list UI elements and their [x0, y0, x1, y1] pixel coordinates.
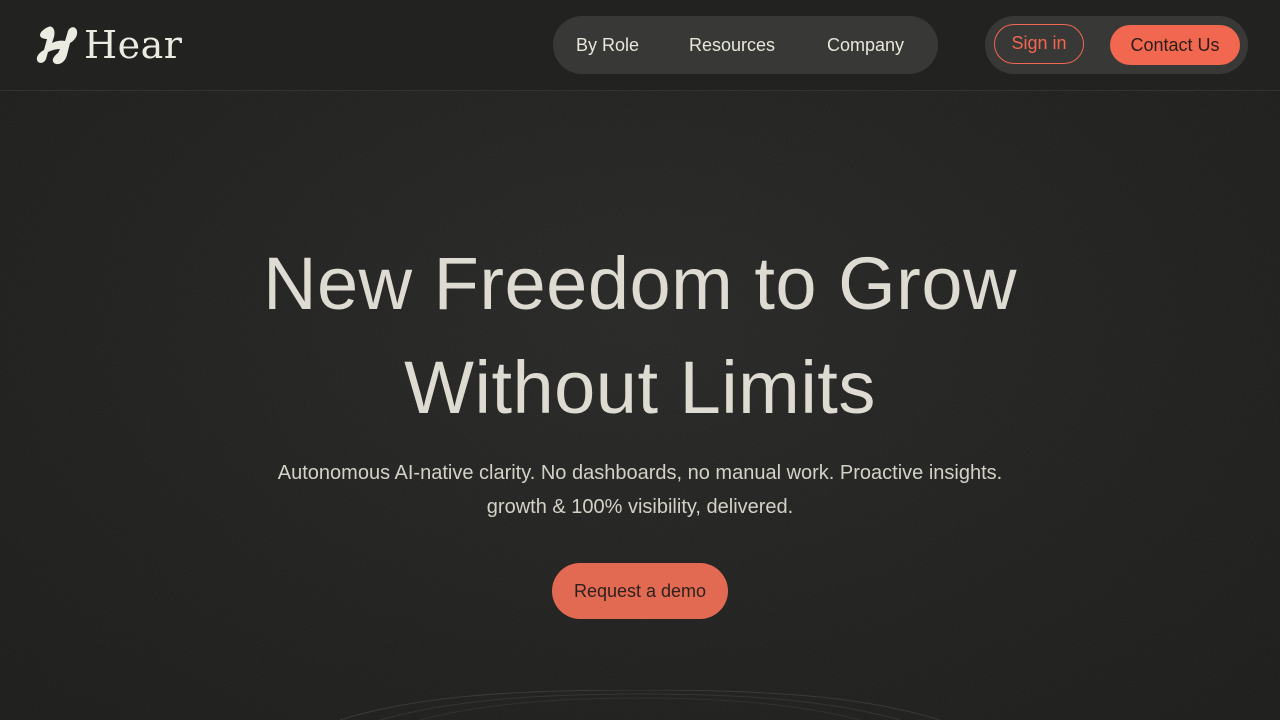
hero-subtext: Autonomous AI-native clarity. No dashboa…: [0, 456, 1280, 524]
contact-us-button[interactable]: Contact Us: [1110, 25, 1240, 65]
hero-subtext-line-2: growth & 100% visibility, delivered.: [486, 496, 794, 518]
nav-item-by-role[interactable]: By Role: [576, 16, 639, 74]
top-navigation-bar: Hear By Role Resources Company Sign in C…: [0, 0, 1280, 91]
hear-logo-icon: [36, 26, 78, 65]
request-demo-button[interactable]: Request a demo: [552, 563, 728, 619]
auth-actions: Sign in Contact Us: [985, 16, 1248, 74]
main-nav: By Role Resources Company: [553, 16, 938, 74]
hero-subtext-line-1: Autonomous AI-native clarity. No dashboa…: [277, 462, 1003, 484]
decorative-wave-lines: [339, 690, 941, 720]
hero-headline: New Freedom to Grow Without Limits: [0, 232, 1280, 440]
sign-in-button[interactable]: Sign in: [994, 24, 1084, 64]
hero-headline-line-1: New Freedom to Grow: [263, 242, 1017, 325]
hero-headline-line-2: Without Limits: [404, 346, 876, 429]
nav-item-resources[interactable]: Resources: [689, 16, 775, 74]
logo[interactable]: Hear: [34, 22, 182, 68]
nav-item-company[interactable]: Company: [827, 16, 904, 74]
logo-text: Hear: [84, 23, 183, 67]
landing-page: Hear By Role Resources Company Sign in C…: [0, 0, 1280, 720]
